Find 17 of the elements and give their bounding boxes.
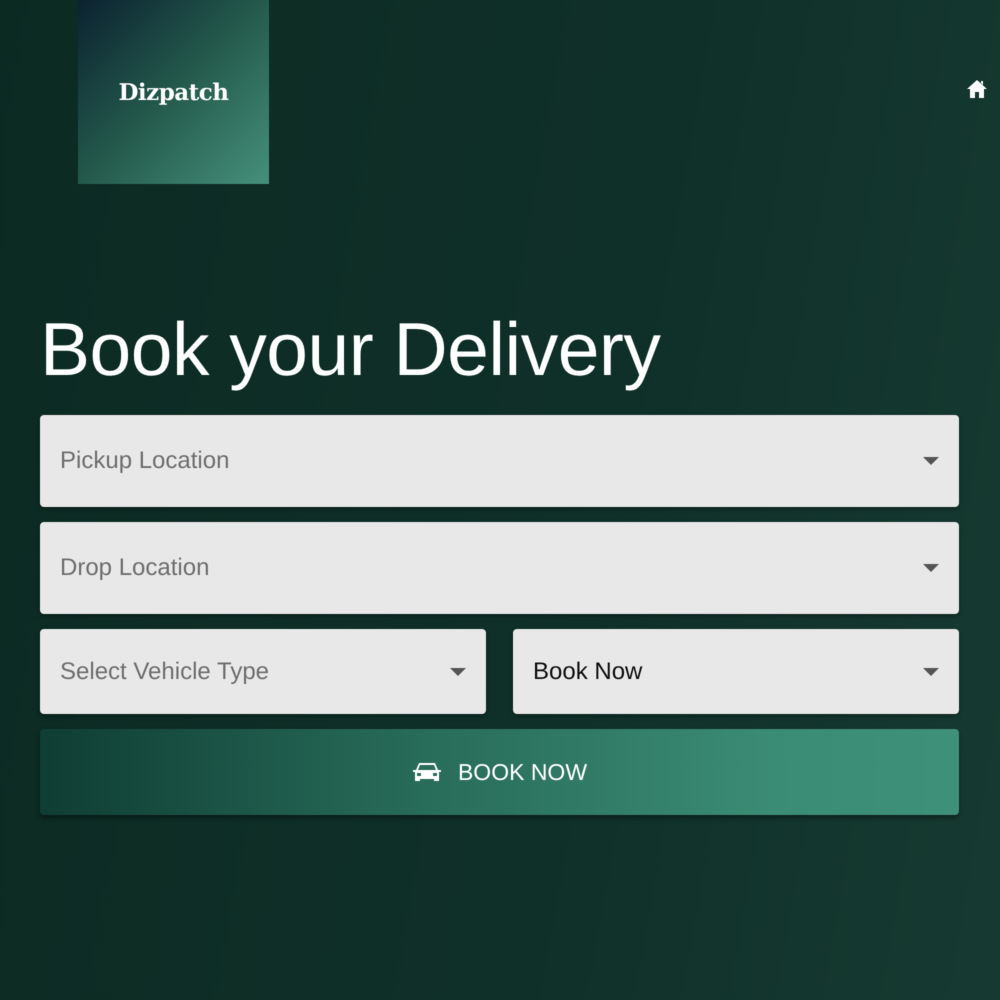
caret-icon [923,457,939,465]
placeholder-text: Select Vehicle Type [60,658,270,684]
dropdown-field[interactable]: Select Vehicle Type [40,629,486,714]
field-value: Book Now [533,658,642,684]
dropdown-field[interactable]: Pickup Location [40,415,959,507]
car-icon [412,761,442,783]
logo-tile[interactable]: Dizpatch [78,0,269,184]
dropdown-field[interactable]: Drop Location [40,522,959,614]
caret-icon [923,668,939,676]
book-now-button[interactable]: BOOK NOW [40,729,959,815]
caret-icon [923,564,939,572]
dropdown-field[interactable]: Book Now [513,629,959,714]
placeholder-text: Pickup Location [60,447,230,474]
logo-text: Dizpatch [118,78,229,106]
placeholder-text: Drop Location [60,554,210,581]
home-icon[interactable] [966,79,988,99]
caret-icon [450,668,466,676]
